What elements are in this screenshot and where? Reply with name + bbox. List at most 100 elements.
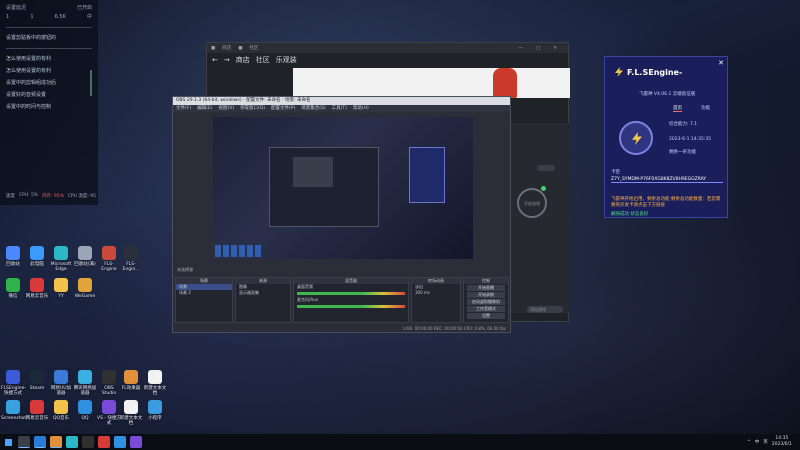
transition-duration[interactable]: 300 ms — [412, 290, 460, 296]
app-icon — [6, 278, 20, 292]
settings-button[interactable]: 设置 — [467, 313, 505, 319]
fls-date: 2023-6-1 14:35:35 — [669, 137, 712, 142]
maximize-icon[interactable]: □ — [536, 46, 540, 51]
desktop-icon[interactable]: Microsoft Edge — [49, 246, 73, 272]
desktop-icon[interactable]: 微信 — [1, 278, 25, 299]
virtual-camera-button[interactable]: 启动虚拟摄像机 — [467, 299, 505, 305]
desktop-icon[interactable]: FLSEngine-快捷方式 — [1, 370, 26, 396]
obs-window: OBS 29.1.3 (64-bit, windows) - 配置文件: 未命名… — [172, 96, 511, 333]
menu-view[interactable]: 视图(V) — [218, 105, 234, 112]
studio-mode-button[interactable]: 工作室模式 — [467, 306, 505, 312]
taskbar-app-icon[interactable] — [66, 436, 78, 448]
desktop-icon[interactable]: 新建文本文档 — [143, 370, 167, 396]
close-icon[interactable]: ✕ — [718, 59, 724, 67]
forward-icon[interactable]: → — [224, 56, 230, 64]
desktop-icon[interactable]: 回收站 — [1, 246, 25, 267]
start-recording-button[interactable]: 开始录制 — [467, 292, 505, 298]
license-key-field[interactable]: Z7Y_SYMDM-P76F0XG8K8ZV8H9EGGZRAY — [611, 177, 723, 183]
menu-scene-collection[interactable]: 场景集合(S) — [301, 105, 325, 112]
tab-home[interactable]: 首页 — [673, 105, 682, 112]
banner-player-figure — [493, 68, 517, 98]
desktop-icon[interactable]: YY — [49, 278, 73, 299]
taskbar-app-icon[interactable] — [130, 436, 142, 448]
system-tips-panel: 设置延迟 已开启 1 1 6.5K 中 设置剪贴板中的按钮的 怎么使用设置的有利… — [0, 0, 98, 205]
minimize-icon[interactable]: — — [518, 46, 523, 51]
menu-profile[interactable]: 配置文件(P) — [271, 105, 295, 112]
taskbar-app-icon[interactable] — [18, 436, 30, 448]
tab-features[interactable]: 功能 — [701, 105, 710, 111]
app-icon — [6, 246, 20, 260]
app-icon — [148, 400, 162, 414]
nav-store[interactable]: 商店 — [236, 55, 250, 65]
desktop-icon[interactable]: 回收站(满) — [73, 246, 97, 267]
panel-row-value: 6.5K — [54, 13, 66, 20]
desktop-icon[interactable]: WeGame — [73, 278, 97, 299]
menu-docks[interactable]: 停靠窗口(D) — [240, 105, 265, 112]
clock[interactable]: 14:35 2023/6/1 — [772, 436, 792, 448]
menu-item[interactable]: 商店 — [222, 45, 231, 51]
desktop-icon[interactable]: Screenshot — [1, 400, 26, 421]
input-method[interactable]: 中 — [755, 439, 760, 445]
tray-expand-icon[interactable]: ^ — [747, 440, 751, 445]
source-item[interactable]: 显示器采集 — [236, 290, 290, 296]
desktop-icon[interactable]: FLS-Engine — [97, 246, 121, 272]
desktop-icon[interactable]: VS - 快捷方式 — [97, 400, 121, 426]
fls-score: 综合能力: 7.1 — [669, 122, 698, 127]
preview-nested-window — [293, 157, 333, 187]
launcher-titlebar: ■ 商店 ■ 社区 — □ ✕ — [207, 43, 568, 53]
menu-tools[interactable]: 工具(T) — [332, 105, 347, 112]
close-icon[interactable]: ✕ — [553, 46, 557, 51]
menu-file[interactable]: 文件(F) — [176, 105, 191, 112]
taskbar-app-icon[interactable] — [82, 436, 94, 448]
panel-scrollbar[interactable] — [90, 70, 92, 96]
stat-temp: CPU 温度: 95 — [67, 194, 96, 199]
desktop-icon[interactable]: 网易云音乐 — [25, 278, 49, 299]
add-game-field[interactable]: 添加游戏 — [527, 306, 563, 313]
menu-help[interactable]: 帮助(H) — [353, 105, 369, 112]
obs-statusbar: LIVE: 00:00:00 REC: 00:00:00 CPU: 0.8%, … — [173, 325, 510, 332]
fls-header: F.L.SEngine- — [605, 57, 727, 87]
taskbar-apps — [16, 436, 144, 448]
taskbar-app-icon[interactable] — [98, 436, 110, 448]
fls-success: 解除成功 状态良好 — [611, 212, 649, 217]
taskbar-app-icon[interactable] — [50, 436, 62, 448]
desktop-icon[interactable]: 网易云音乐 — [25, 400, 49, 421]
fls-version: 飞雷神 V4.06.1 云端验证版 — [639, 92, 696, 97]
menu-edit[interactable]: 编辑(E) — [197, 105, 212, 112]
start-streaming-button[interactable]: 开始直播 — [467, 285, 505, 291]
panel-row-value: 1 — [30, 13, 34, 20]
start-button[interactable] — [0, 434, 16, 450]
desktop-icon[interactable]: 网易UU加速器 — [49, 370, 73, 396]
lightning-icon — [615, 67, 623, 77]
taskbar-app-icon[interactable] — [34, 436, 46, 448]
desktop-icon-label: 小程序 — [148, 416, 162, 421]
panel-header-right[interactable]: 已开启 — [77, 4, 92, 11]
tip-line: 设置中的时间与控制 — [6, 104, 52, 110]
banner-image[interactable] — [293, 68, 570, 98]
desktop-icon[interactable]: 小程序 — [143, 400, 167, 421]
desktop-icon[interactable]: FL效果器 — [119, 370, 143, 391]
scenes-dock: 场景 场景 场景 2 — [175, 277, 233, 323]
obs-preview[interactable] — [213, 117, 473, 259]
customize-button[interactable] — [537, 165, 555, 171]
app-icon — [78, 278, 92, 292]
desktop-icon[interactable]: FLS-Engin... — [119, 246, 143, 272]
menu-item[interactable]: ■ — [238, 46, 242, 51]
nav-username[interactable]: 乐观装 — [276, 55, 297, 65]
nav-community[interactable]: 社区 — [256, 55, 270, 65]
language-indicator[interactable]: 英 — [763, 439, 768, 445]
desktop-icon[interactable]: OBS Studio — [97, 370, 121, 396]
menu-item[interactable]: ■ — [211, 46, 215, 51]
desktop-icon[interactable]: Steam — [25, 370, 49, 391]
mixer-channel-label: 麦克风/Aux — [297, 297, 318, 302]
desktop-icon[interactable]: QQ音乐 — [49, 400, 73, 421]
desktop-icon[interactable]: QQ — [73, 400, 97, 421]
desktop-icon[interactable]: 新建文本文档 — [119, 400, 143, 426]
desktop-icon[interactable]: 腾讯网络加速器 — [73, 370, 97, 396]
clock-date: 2023/6/1 — [771, 442, 792, 447]
back-icon[interactable]: ← — [212, 56, 218, 64]
scene-item[interactable]: 场景 2 — [176, 290, 232, 296]
menu-item[interactable]: 社区 — [250, 45, 259, 51]
taskbar-app-icon[interactable] — [114, 436, 126, 448]
desktop-icon[interactable]: 此电脑 — [25, 246, 49, 267]
